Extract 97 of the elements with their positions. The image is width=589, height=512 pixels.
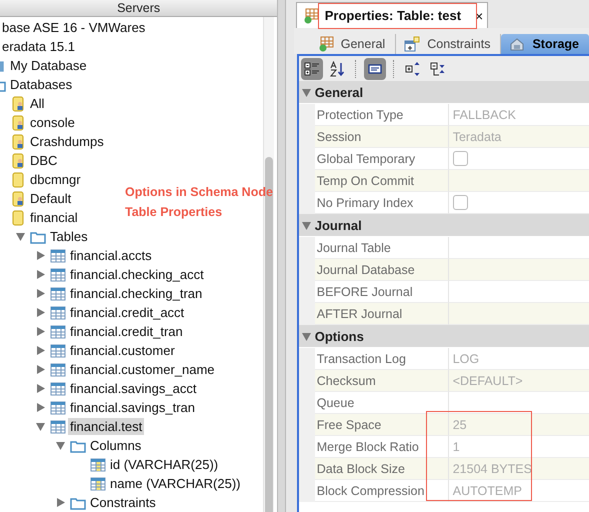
database-user-icon: [10, 114, 26, 130]
table-icon: [302, 8, 319, 24]
tree-item[interactable]: financial.credit_acct: [68, 304, 186, 321]
tree-item[interactable]: financial.customer_name: [68, 361, 217, 378]
annotation-text: Table Properties: [125, 204, 224, 221]
property-name: Block Compression: [314, 480, 449, 502]
property-name: BEFORE Journal: [314, 281, 449, 303]
collapse-arrow-icon[interactable]: [301, 330, 312, 342]
tree-item[interactable]: My Database: [8, 57, 89, 74]
expand-arrow-icon[interactable]: [34, 345, 46, 356]
tree-item[interactable]: DBC: [28, 152, 60, 169]
property-name: Queue: [314, 392, 449, 414]
table-icon: [318, 36, 334, 52]
property-name: Temp On Commit: [314, 170, 449, 192]
tree-item[interactable]: financial.savings_tran: [68, 399, 198, 416]
column-icon: [90, 456, 106, 472]
database-user-icon: [10, 152, 26, 168]
tree-item[interactable]: All: [28, 95, 46, 112]
table-icon: [50, 324, 66, 340]
database-user-icon: [10, 134, 26, 150]
table-icon: [50, 380, 66, 396]
table-icon: [50, 342, 66, 358]
expand-arrow-icon[interactable]: [34, 307, 46, 318]
sort-icon: [328, 60, 345, 76]
annotation-text: Options in Schema Node: [125, 184, 273, 201]
tree-item[interactable]: financial.checking_tran: [68, 285, 204, 302]
tree-item[interactable]: financial: [28, 209, 80, 226]
expand-arrow-icon[interactable]: [34, 250, 46, 261]
tree-item[interactable]: name (VARCHAR(25)): [108, 475, 243, 492]
expand-arrow-icon[interactable]: [54, 497, 66, 508]
database-icon: [10, 172, 26, 188]
property-name: Journal Database: [314, 259, 449, 281]
tree-item[interactable]: base ASE 16 - VMWares: [0, 19, 148, 36]
tree-item[interactable]: Constraints: [88, 494, 158, 511]
tree-item[interactable]: eradata 15.1: [0, 38, 78, 55]
tree-item[interactable]: Tables: [48, 228, 90, 245]
tab[interactable]: Storage: [501, 34, 589, 54]
property-name: Merge Block Ratio: [314, 436, 449, 458]
table-icon: [50, 362, 66, 378]
expand-arrow-icon[interactable]: [34, 402, 46, 413]
database-user-icon: [10, 190, 26, 206]
tree-item[interactable]: financial.credit_tran: [68, 323, 185, 340]
section-header[interactable]: Options: [298, 325, 589, 348]
toolbar-button[interactable]: [300, 58, 323, 80]
collapse-arrow-icon[interactable]: [301, 220, 312, 230]
checkbox[interactable]: [452, 195, 468, 210]
table-icon: [50, 400, 66, 416]
panel-title: Servers: [117, 1, 160, 15]
collapse-arrow-icon[interactable]: [301, 86, 312, 98]
categories-icon: [304, 60, 320, 76]
expand-icon: [404, 60, 421, 76]
collapse-arrow-icon[interactable]: [34, 421, 46, 432]
storage-icon: [509, 36, 526, 52]
database-icon: [10, 210, 26, 226]
section-header[interactable]: General: [298, 81, 589, 104]
expand-arrow-icon[interactable]: [34, 364, 46, 375]
property-name: Journal Table: [314, 237, 449, 259]
tree-item[interactable]: console: [28, 114, 77, 131]
tree-item[interactable]: Crashdumps: [28, 133, 106, 150]
constraints-icon: [404, 36, 420, 52]
toolbar-button[interactable]: [364, 58, 386, 80]
property-name: Session: [314, 126, 449, 148]
collapse-icon: [430, 60, 446, 76]
tree-item[interactable]: financial.accts: [68, 247, 154, 264]
section-header[interactable]: Journal: [298, 214, 589, 237]
tree-item[interactable]: Columns: [88, 437, 144, 454]
column-icon: [90, 476, 106, 492]
property-name: Protection Type: [314, 104, 449, 126]
tree-item[interactable]: id (VARCHAR(25)): [108, 456, 220, 473]
collapse-arrow-icon[interactable]: [54, 440, 66, 451]
table-icon: [50, 286, 66, 302]
checkbox[interactable]: [452, 151, 468, 166]
property-value[interactable]: [448, 392, 589, 414]
property-name: Transaction Log: [314, 348, 449, 370]
table-icon: [50, 418, 66, 434]
tree-item[interactable]: financial.customer: [68, 342, 177, 359]
property-name: Checksum: [314, 370, 449, 392]
expand-arrow-icon[interactable]: [34, 383, 46, 394]
tree-item[interactable]: financial.savings_acct: [68, 380, 198, 397]
tree-item[interactable]: Databases: [8, 76, 74, 93]
property-name: Global Temporary: [314, 148, 449, 170]
tree-item[interactable]: Default: [28, 190, 74, 207]
expand-arrow-icon[interactable]: [34, 326, 46, 337]
property-name: Free Space: [314, 414, 449, 436]
table-icon: [50, 266, 66, 282]
tree-item[interactable]: financial.checking_acct: [68, 266, 206, 283]
expand-arrow-icon[interactable]: [34, 269, 46, 280]
property-name: AFTER Journal: [314, 303, 449, 325]
property-name: Data Block Size: [314, 458, 449, 480]
database-user-icon: [10, 96, 26, 112]
collapse-arrow-icon[interactable]: [14, 231, 26, 242]
table-icon: [50, 248, 66, 264]
tree-item[interactable]: dbcmngr: [28, 171, 83, 188]
property-name: No Primary Index: [314, 192, 449, 214]
tree-item[interactable]: financial.test: [68, 418, 144, 435]
expand-arrow-icon[interactable]: [34, 288, 46, 299]
table-icon: [50, 304, 66, 320]
